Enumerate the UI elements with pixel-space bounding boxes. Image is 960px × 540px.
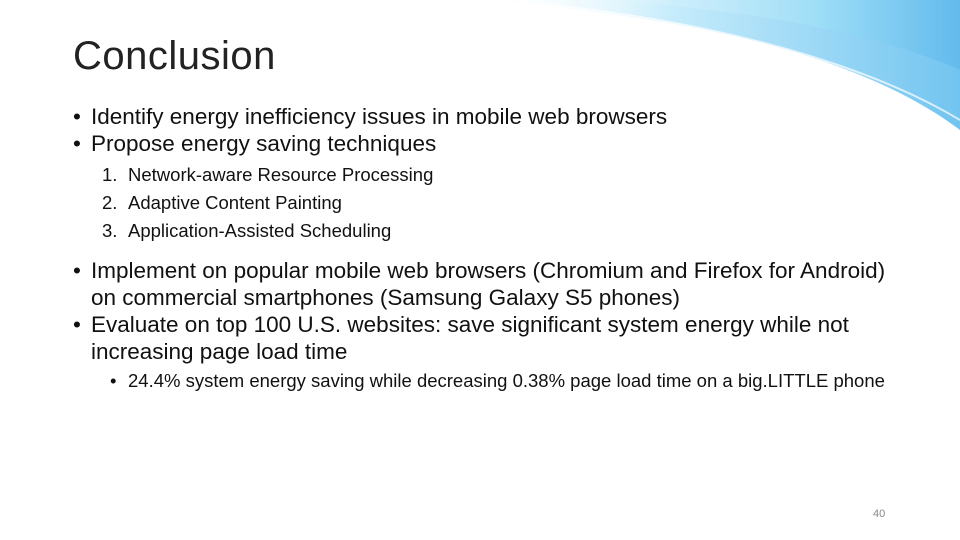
technique-text: Application-Assisted Scheduling [128, 220, 392, 241]
bullet-item: • Evaluate on top 100 U.S. websites: sav… [73, 311, 893, 365]
bullet-text: Implement on popular mobile web browsers… [91, 258, 886, 310]
technique-number: 2. [102, 192, 118, 213]
slide-body: • Identify energy inefficiency issues in… [73, 103, 893, 392]
bullet-icon: • [73, 312, 81, 337]
bullet-item: • Implement on popular mobile web browse… [73, 257, 893, 311]
technique-item: 3. Application-Assisted Scheduling [73, 217, 893, 245]
bullet-text: Identify energy inefficiency issues in m… [91, 104, 668, 129]
technique-text: Network-aware Resource Processing [128, 164, 434, 185]
bullet-item: • Identify energy inefficiency issues in… [73, 103, 893, 130]
technique-item: 1. Network-aware Resource Processing [73, 161, 893, 189]
sub-bullet-item: • 24.4% system energy saving while decre… [73, 369, 893, 392]
technique-number: 3. [102, 220, 118, 241]
bullet-icon: • [73, 131, 81, 156]
bullet-item: • Propose energy saving techniques [73, 130, 893, 157]
technique-list: 1. Network-aware Resource Processing 2. … [73, 161, 893, 245]
bullet-text: Evaluate on top 100 U.S. websites: save … [91, 312, 849, 364]
sub-bullet-text: 24.4% system energy saving while decreas… [128, 370, 885, 391]
bullet-text: Propose energy saving techniques [91, 131, 437, 156]
bullet-icon: • [73, 104, 81, 129]
bullet-icon: • [110, 370, 117, 391]
technique-text: Adaptive Content Painting [128, 192, 342, 213]
technique-number: 1. [102, 164, 118, 185]
technique-item: 2. Adaptive Content Painting [73, 189, 893, 217]
slide-title: Conclusion [73, 34, 276, 78]
page-number: 40 [873, 508, 886, 520]
bullet-icon: • [73, 258, 81, 283]
